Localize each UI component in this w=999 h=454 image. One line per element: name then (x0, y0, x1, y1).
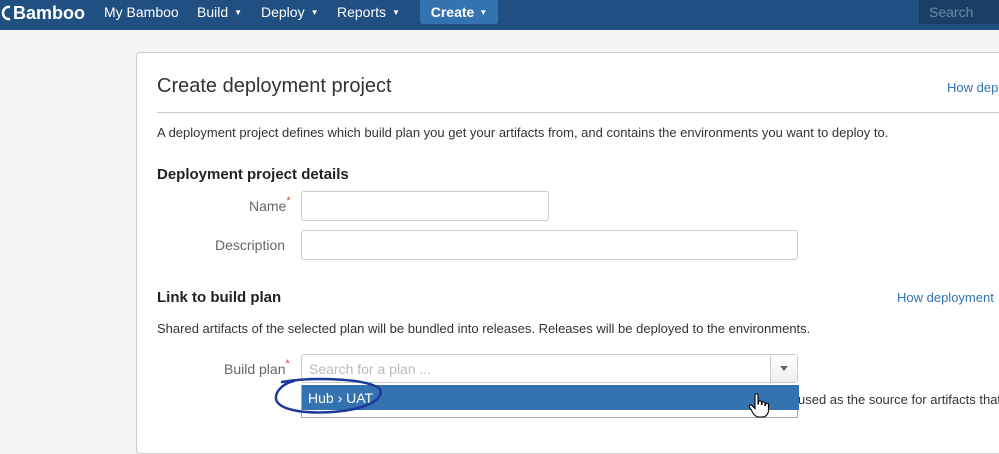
help-text-trailing: used as the source for artifacts that w (798, 392, 999, 407)
search-input[interactable] (919, 0, 999, 24)
name-field[interactable] (301, 191, 549, 221)
description-field[interactable] (301, 230, 798, 260)
description-label: Description (215, 237, 286, 253)
section-heading-details: Deployment project details (157, 166, 349, 183)
name-label-text: Name (249, 198, 287, 214)
nav-reports-label: Reports (337, 4, 387, 20)
section-heading-link: Link to build plan (157, 289, 282, 306)
build-plan-select[interactable]: Search for a plan ... (301, 354, 798, 383)
link-description: Shared artifacts of the selected plan wi… (157, 321, 811, 336)
dropdown-option-hub-uat[interactable]: Hub › UAT (302, 385, 799, 410)
hand-cursor-icon (748, 393, 770, 418)
nav-reports[interactable]: Reports ▼ (337, 3, 400, 21)
chevron-down-icon: ▼ (479, 7, 488, 17)
option-label: Hub › UAT (308, 389, 374, 406)
chevron-down-icon: ▼ (234, 7, 243, 17)
title-divider (157, 112, 999, 113)
bamboo-logo-icon (1, 5, 11, 21)
chevron-down-icon: ▼ (392, 7, 400, 17)
help-link-top[interactable]: How dep (947, 80, 998, 95)
chevron-down-icon: ▼ (310, 7, 319, 17)
intro-text: A deployment project defines which build… (157, 125, 889, 140)
nav-my-bamboo[interactable]: My Bamboo (104, 3, 179, 21)
create-button-label: Create (430, 4, 475, 20)
brand-name: Bamboo (13, 2, 85, 23)
chevron-down-icon (780, 366, 788, 371)
top-navigation-bar: Bamboo My Bamboo Build ▼ Deploy ▼ Report… (0, 0, 999, 30)
bamboo-logo[interactable]: Bamboo (0, 2, 85, 24)
nav-my-bamboo-label: My Bamboo (104, 4, 179, 20)
build-plan-label: Build plan* (224, 358, 290, 377)
nav-deploy-label: Deploy (261, 4, 305, 20)
nav-build[interactable]: Build ▼ (197, 3, 242, 21)
help-link-deployment[interactable]: How deployment (897, 290, 994, 305)
build-plan-label-text: Build plan (224, 361, 286, 377)
required-marker: * (285, 358, 290, 370)
nav-deploy[interactable]: Deploy ▼ (261, 3, 319, 21)
build-plan-placeholder: Search for a plan ... (309, 361, 432, 377)
nav-build-label: Build (197, 4, 229, 20)
required-marker: * (286, 195, 291, 207)
build-plan-dropdown: Hub › UAT (301, 385, 799, 418)
dropdown-toggle[interactable] (770, 355, 797, 382)
page-title: Create deployment project (157, 75, 392, 97)
name-label: Name* (249, 195, 291, 214)
create-button[interactable]: Create ▼ (420, 0, 498, 24)
